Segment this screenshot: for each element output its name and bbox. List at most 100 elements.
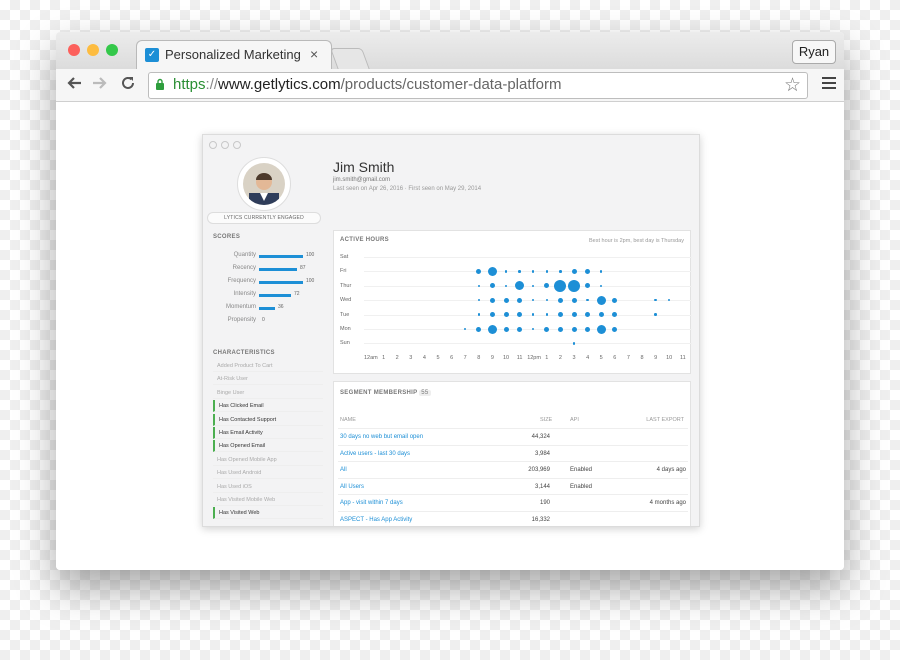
activity-dot <box>545 313 549 316</box>
segment-row[interactable]: 30 days no web but email open 44,324 <box>338 428 688 445</box>
characteristic-item[interactable]: Has Visited Web <box>213 507 323 520</box>
activity-dot <box>585 268 591 274</box>
segment-row[interactable]: Active users - last 30 days 3,984 <box>338 444 688 462</box>
segments-table: 30 days no web but email open 44,324 Activ… <box>334 428 690 527</box>
browser-toolbar: https://www.getlytics.com/products/custo… <box>56 69 844 102</box>
activity-dot <box>476 268 482 274</box>
segment-size: 16,332 <box>531 516 550 523</box>
score-label: Recency <box>232 265 256 271</box>
browser-window: ✓ Personalized Marketing Sta × Ryan http… <box>56 32 844 570</box>
hour-label: 9 <box>490 355 494 361</box>
score-bar <box>259 268 297 271</box>
activity-dot <box>585 283 591 289</box>
segment-last-export: 4 months ago <box>649 500 686 506</box>
tab-close-icon[interactable]: × <box>310 46 318 62</box>
back-arrow-icon[interactable] <box>66 75 82 97</box>
characteristic-item[interactable]: Has Clicked Email <box>213 400 323 413</box>
activity-dot <box>515 281 525 291</box>
url-text[interactable]: https://www.getlytics.com/products/custo… <box>173 76 562 93</box>
activity-dot <box>544 326 550 332</box>
score-bar <box>259 307 275 310</box>
url-host: www.getlytics.com <box>218 76 341 93</box>
grid-line <box>364 300 693 302</box>
characteristic-item[interactable]: Has Email Activity <box>213 427 323 439</box>
activity-dot <box>544 283 550 289</box>
browser-tab[interactable]: ✓ Personalized Marketing Sta × <box>136 40 332 70</box>
score-label: Momentum <box>225 304 256 310</box>
close-window-button[interactable] <box>68 44 80 56</box>
grid-line <box>364 257 693 258</box>
segment-size: 3,144 <box>534 483 550 490</box>
hour-label: 5 <box>599 355 603 361</box>
activity-dot <box>557 312 563 318</box>
score-value: 0 <box>262 317 265 323</box>
new-tab-button[interactable] <box>329 48 371 70</box>
day-label: Wed <box>340 297 352 304</box>
grid-line <box>364 343 693 345</box>
characteristic-item[interactable]: Has Visited Mobile Web <box>213 494 323 506</box>
segment-name[interactable]: ASPECT - Has App Activity <box>340 512 412 527</box>
characteristics-title: CHARACTERISTICS <box>213 350 275 356</box>
day-label: Tue <box>340 311 350 318</box>
segment-size: 203,969 <box>528 467 550 473</box>
hour-label: 5 <box>436 355 440 361</box>
segments-title-text: SEGMENT MEMBERSHIP <box>340 390 418 396</box>
segment-name[interactable]: 30 days no web but email open <box>340 429 423 445</box>
activity-dot <box>489 297 495 303</box>
segments-header-name: NAME <box>340 417 356 423</box>
forward-arrow-icon[interactable] <box>92 75 108 97</box>
day-label: Sat <box>340 254 349 260</box>
activity-dot <box>585 326 591 332</box>
characteristic-item[interactable]: Has Opened Mobile App <box>213 454 323 466</box>
segment-name[interactable]: Active users - last 30 days <box>340 446 410 462</box>
maximize-window-button[interactable] <box>106 44 118 56</box>
activity-dot <box>557 326 563 332</box>
segments-header-last-export: LAST EXPORT <box>646 417 684 423</box>
minimize-window-button[interactable] <box>87 44 99 56</box>
left-column: SCORES Quantity 100 Recency 87 Frequency 100 I… <box>207 228 325 526</box>
activity-dot <box>517 326 523 332</box>
segment-name[interactable]: All <box>340 462 347 478</box>
segment-row[interactable]: ASPECT - Has App Activity 16,332 <box>338 510 688 527</box>
characteristic-item[interactable]: Has Used Android <box>213 467 323 480</box>
score-bar <box>259 294 291 297</box>
characteristic-item[interactable]: Has Opened Email <box>213 440 323 453</box>
characteristic-item[interactable]: Has Contacted Support <box>213 413 323 426</box>
segment-name[interactable]: All Users <box>340 479 364 495</box>
characteristic-item[interactable]: Binge User <box>213 387 323 399</box>
hour-label: 7 <box>463 355 467 361</box>
characteristic-item[interactable]: Added Product To Cart <box>213 360 323 372</box>
hour-label: 6 <box>450 355 454 361</box>
segments-count-badge: 55 <box>419 390 431 396</box>
segment-row[interactable]: App - visit within 7 days 190 4 months ago <box>338 494 688 511</box>
characteristics-list: Added Product To Cart At-Risk User Binge U… <box>207 360 325 526</box>
menu-icon[interactable] <box>822 77 836 92</box>
characteristic-item[interactable]: At-Risk User <box>213 373 323 386</box>
grid-line <box>364 285 693 287</box>
title-bar: ✓ Personalized Marketing Sta × Ryan <box>56 32 844 70</box>
score-value: 87 <box>300 265 306 271</box>
score-value: 100 <box>306 278 315 284</box>
grid-line <box>364 314 693 316</box>
characteristic-item[interactable]: Has Used iOS <box>213 481 323 493</box>
address-bar[interactable]: https://www.getlytics.com/products/custo… <box>148 72 808 99</box>
active-hours-grid: Sat Fri Thur Wed Tue Mon Sun 12am 1 2 3 4 5 6 7 8 9 10 11 1… <box>334 231 693 373</box>
hour-label: 4 <box>422 355 426 361</box>
segment-row[interactable]: All 203,969 Enabled 4 days ago <box>338 461 688 478</box>
star-icon[interactable]: ☆ <box>784 74 801 97</box>
activity-dot <box>518 270 521 273</box>
activity-dot <box>568 279 580 292</box>
segment-membership-panel: SEGMENT MEMBERSHIP 55 NAME SIZE API LAST… <box>333 381 691 527</box>
segment-name[interactable]: App - visit within 7 days <box>340 495 403 511</box>
hour-label: 12pm <box>527 355 541 361</box>
avatar-photo <box>243 163 285 205</box>
profile-button[interactable]: Ryan <box>792 40 836 64</box>
score-label: Intensity <box>233 291 256 297</box>
grid-line <box>364 271 693 273</box>
activity-dot <box>571 312 577 318</box>
reload-icon[interactable] <box>120 75 136 97</box>
scores-list: Quantity 100 Recency 87 Frequency 100 Intensit… <box>207 252 325 332</box>
activity-dot <box>612 312 618 318</box>
segment-size: 44,324 <box>531 434 550 440</box>
segment-row[interactable]: All Users 3,144 Enabled <box>338 477 688 495</box>
